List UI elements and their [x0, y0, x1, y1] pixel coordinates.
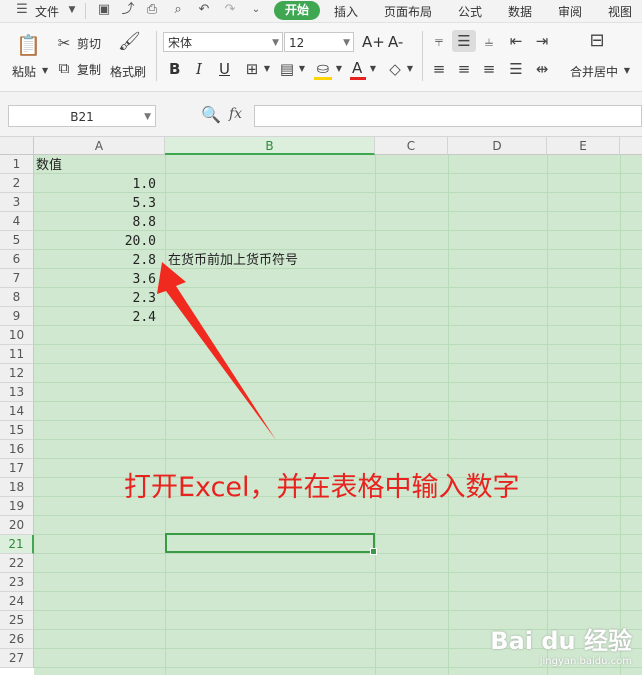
watermark-url: jingyan.baidu.com [539, 656, 632, 667]
baidu-jingyan-watermark: Bai du 经验 jingyan.baidu.com [490, 621, 632, 667]
red-arrow-shape [157, 262, 276, 440]
watermark-brand: Bai du 经验 [490, 627, 632, 655]
annotation-arrow [157, 262, 276, 440]
annotation-text: 打开Excel，并在表格中输入数字 [124, 472, 520, 503]
